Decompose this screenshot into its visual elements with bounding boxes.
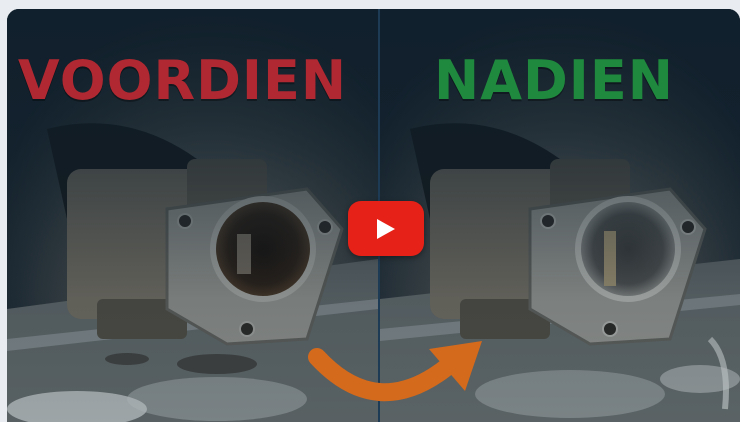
video-thumbnail[interactable]: VOORDIEN NADIEN <box>7 9 740 422</box>
play-icon <box>377 218 395 239</box>
play-button[interactable] <box>348 201 424 256</box>
curved-arrow-icon <box>308 341 482 402</box>
before-heading: VOORDIEN <box>17 49 348 112</box>
after-heading: NADIEN <box>434 49 674 112</box>
